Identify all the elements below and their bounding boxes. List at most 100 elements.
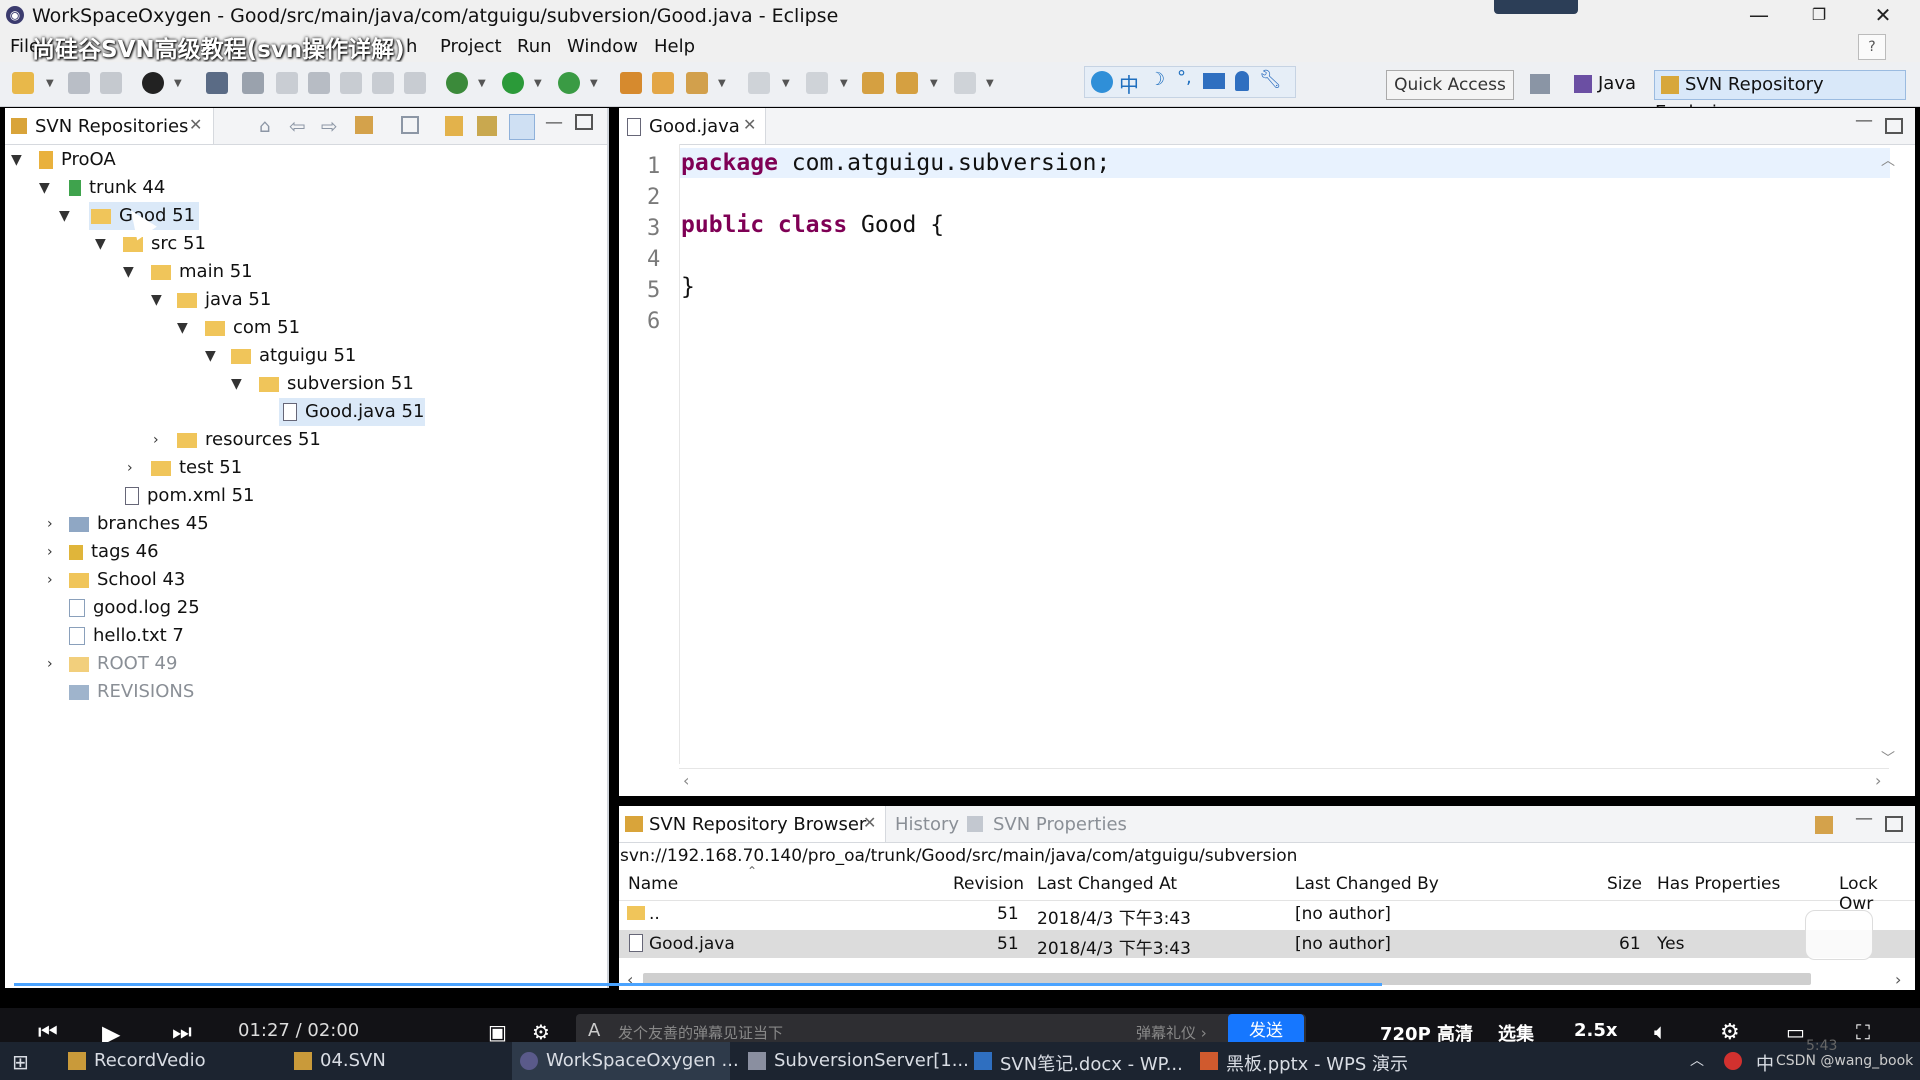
taskbar-item[interactable]: SVN笔记.docx - WP...: [1000, 1050, 1183, 1076]
code-line-1[interactable]: package com.atguigu.subversion;: [681, 150, 1110, 176]
close-window-button[interactable]: ✕: [1856, 0, 1910, 32]
menu-run[interactable]: Run: [517, 36, 552, 57]
chevron-down-icon[interactable]: ▼: [123, 258, 134, 286]
quick-access-field[interactable]: Quick Access: [1386, 70, 1514, 100]
maximize-view-icon[interactable]: [575, 114, 593, 130]
tab-svn-repository-browser[interactable]: SVN Repository Browser ✕: [619, 806, 886, 842]
forward-arrow-icon[interactable]: ⇨: [321, 114, 338, 138]
code-line-5[interactable]: }: [681, 274, 695, 300]
scroll-down-icon[interactable]: ﹀: [1881, 748, 1895, 768]
chevron-down-icon[interactable]: ▼: [840, 78, 848, 89]
help-icon[interactable]: ?: [1858, 34, 1886, 60]
keyboard-icon[interactable]: [1203, 73, 1225, 89]
danmaku-etiquette-link[interactable]: 弹幕礼仪 ›: [1136, 1022, 1207, 1043]
chevron-down-icon[interactable]: ▼: [986, 78, 994, 89]
edit-icon[interactable]: [276, 72, 298, 94]
scroll-up-icon[interactable]: ︿: [1881, 150, 1895, 170]
punctuation-icon[interactable]: °,: [1177, 67, 1192, 88]
tool-icon[interactable]: [340, 72, 362, 94]
video-progress-bar[interactable]: [14, 983, 1382, 986]
chevron-down-icon[interactable]: ▼: [930, 78, 938, 89]
horizontal-scrollbar[interactable]: ‹ ›: [679, 768, 1889, 793]
svn-location-icon[interactable]: [477, 116, 497, 136]
menu-project[interactable]: Project: [440, 36, 502, 57]
link-with-editor-icon[interactable]: [509, 114, 535, 140]
close-icon[interactable]: ✕: [743, 115, 756, 134]
collapse-all-icon[interactable]: [401, 116, 419, 134]
scroll-right-icon[interactable]: ›: [1875, 771, 1881, 790]
user-icon[interactable]: [1235, 71, 1249, 91]
chevron-right-icon[interactable]: ›: [47, 510, 53, 538]
bug-debug-icon[interactable]: [446, 72, 468, 94]
taskbar-item[interactable]: 黑板.pptx - WPS 演示: [1226, 1050, 1408, 1076]
start-icon[interactable]: ⊞: [12, 1050, 29, 1074]
table-row-selected[interactable]: Good.java 51 2018/4/3 下午3:43 [no author]…: [619, 930, 1915, 959]
chevron-down-icon[interactable]: ▼: [11, 146, 22, 174]
chevron-right-icon[interactable]: ›: [47, 566, 53, 594]
tray-app-icon[interactable]: [1724, 1052, 1742, 1070]
restore-button[interactable]: ❐: [1792, 0, 1846, 32]
column-has-properties[interactable]: Has Properties: [1657, 874, 1780, 894]
save-icon[interactable]: [68, 72, 90, 94]
wrench-icon[interactable]: 🔧︎: [1259, 69, 1282, 90]
pen-icon[interactable]: [686, 72, 708, 94]
chevron-down-icon[interactable]: ▼: [718, 78, 726, 89]
moon-icon[interactable]: ☽: [1149, 69, 1165, 90]
chevron-down-icon[interactable]: ▼: [231, 370, 242, 398]
menu-window[interactable]: Window: [567, 36, 638, 57]
perspective-svn[interactable]: SVN Repository Exploring: [1654, 70, 1906, 123]
minimize-button[interactable]: —: [1732, 0, 1786, 32]
taskbar-item-active[interactable]: WorkSpaceOxygen ...: [512, 1042, 739, 1080]
danmaku-style-icon[interactable]: A: [588, 1020, 600, 1041]
chevron-down-icon[interactable]: ▼: [174, 78, 182, 89]
scroll-left-icon[interactable]: ‹: [627, 970, 633, 989]
chevron-down-icon[interactable]: ▼: [151, 286, 162, 314]
back-arrow-icon[interactable]: ⇦: [289, 114, 306, 138]
column-revision[interactable]: Revision: [953, 874, 1024, 894]
run-external-icon[interactable]: [558, 72, 580, 94]
open-folder-icon[interactable]: [652, 72, 674, 94]
next-annotation-icon[interactable]: [748, 72, 770, 94]
scroll-right-icon[interactable]: ›: [1895, 970, 1901, 989]
ime-language[interactable]: 中: [1119, 69, 1139, 98]
chevron-down-icon[interactable]: ▼: [782, 78, 790, 89]
column-last-changed-by[interactable]: Last Changed By: [1295, 874, 1439, 894]
chevron-right-icon[interactable]: ›: [153, 426, 159, 454]
chevron-down-icon[interactable]: ▼: [177, 314, 188, 342]
video-play-overlay-icon[interactable]: [1805, 910, 1873, 960]
new-icon[interactable]: [12, 72, 34, 94]
danmaku-toggle-icon[interactable]: ▣: [488, 1020, 507, 1044]
pin-icon[interactable]: [242, 72, 264, 94]
prev-annotation-icon[interactable]: [806, 72, 828, 94]
chevron-down-icon[interactable]: ▼: [59, 202, 70, 230]
minimize-view-icon[interactable]: —: [1855, 808, 1873, 829]
last-edit-icon[interactable]: [862, 72, 884, 94]
column-last-changed-at[interactable]: Last Changed At: [1037, 874, 1177, 894]
picture-in-picture-icon[interactable]: ▭: [1786, 1020, 1805, 1044]
column-size[interactable]: Size: [1607, 874, 1642, 894]
taskbar-item[interactable]: 04.SVN: [320, 1050, 386, 1071]
refresh-icon[interactable]: [355, 116, 373, 134]
chevron-down-icon[interactable]: ▼: [46, 78, 54, 89]
table-row[interactable]: .. 51 2018/4/3 下午3:43 [no author]: [619, 900, 1915, 929]
chevron-down-icon[interactable]: ▼: [95, 230, 106, 258]
debug-target-icon[interactable]: [142, 72, 164, 94]
perspective-java[interactable]: Java: [1574, 70, 1644, 98]
fullscreen-icon[interactable]: ⛶: [1856, 1020, 1870, 1044]
minimize-view-icon[interactable]: —: [545, 112, 563, 133]
minimize-view-icon[interactable]: —: [1855, 110, 1873, 131]
tab-svn-repositories[interactable]: SVN Repositories ✕: [5, 108, 214, 144]
chevron-right-icon[interactable]: ›: [127, 454, 133, 482]
taskbar-item[interactable]: SubversionServer[1...: [774, 1050, 969, 1071]
ime-indicator[interactable]: 中: [1756, 1050, 1774, 1076]
chevron-down-icon[interactable]: ▼: [39, 174, 50, 202]
scroll-left-icon[interactable]: ‹: [683, 771, 689, 790]
taskbar-item[interactable]: RecordVedio: [94, 1050, 206, 1071]
tree-item-selected[interactable]: Good.java 51: [279, 398, 425, 426]
console-icon[interactable]: [206, 72, 228, 94]
close-icon[interactable]: ✕: [863, 813, 876, 832]
menu-search[interactable]: h: [406, 36, 417, 57]
refresh-icon[interactable]: [1815, 816, 1833, 834]
tab-svn-properties[interactable]: SVN Properties: [993, 814, 1127, 835]
menu-help[interactable]: Help: [654, 36, 695, 57]
